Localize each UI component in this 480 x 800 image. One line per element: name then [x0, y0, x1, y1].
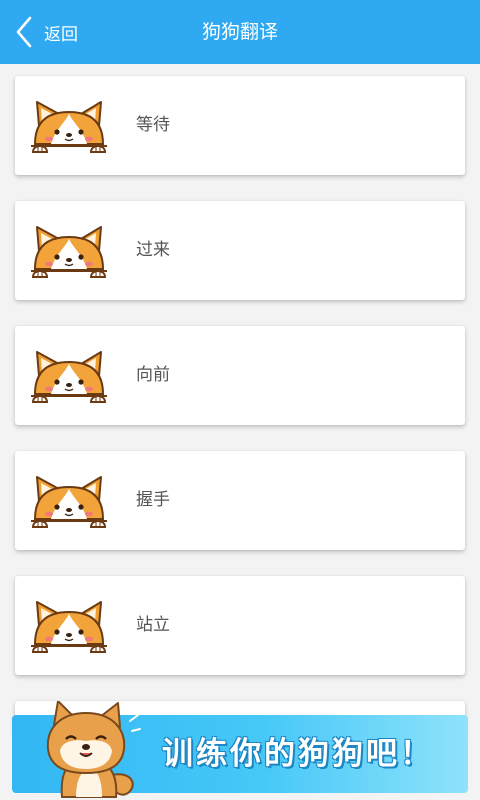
- corgi-icon: [29, 350, 109, 406]
- training-banner[interactable]: 训练你的狗狗吧！: [12, 701, 468, 798]
- corgi-icon: [29, 100, 109, 156]
- chevron-left-icon: [16, 16, 32, 48]
- app-header: 返回 狗狗翻译: [0, 0, 480, 64]
- command-card-come[interactable]: 过来: [15, 201, 465, 300]
- command-card-forward[interactable]: 向前: [15, 326, 465, 425]
- shiba-dog-icon: [46, 701, 141, 798]
- corgi-icon: [29, 600, 109, 656]
- command-card-stand[interactable]: 站立: [15, 576, 465, 675]
- command-label: 站立: [136, 615, 170, 635]
- command-card-wait[interactable]: 等待: [15, 76, 465, 175]
- command-label: 过来: [136, 240, 170, 260]
- banner-text: 训练你的狗狗吧！: [162, 736, 434, 772]
- back-button[interactable]: 返回: [14, 14, 78, 50]
- corgi-icon: [29, 475, 109, 531]
- command-label: 握手: [136, 490, 170, 510]
- corgi-icon: [29, 225, 109, 281]
- command-label: 向前: [136, 365, 170, 385]
- back-label: 返回: [44, 24, 78, 45]
- command-label: 等待: [136, 115, 170, 135]
- command-card-shake-hands[interactable]: 握手: [15, 451, 465, 550]
